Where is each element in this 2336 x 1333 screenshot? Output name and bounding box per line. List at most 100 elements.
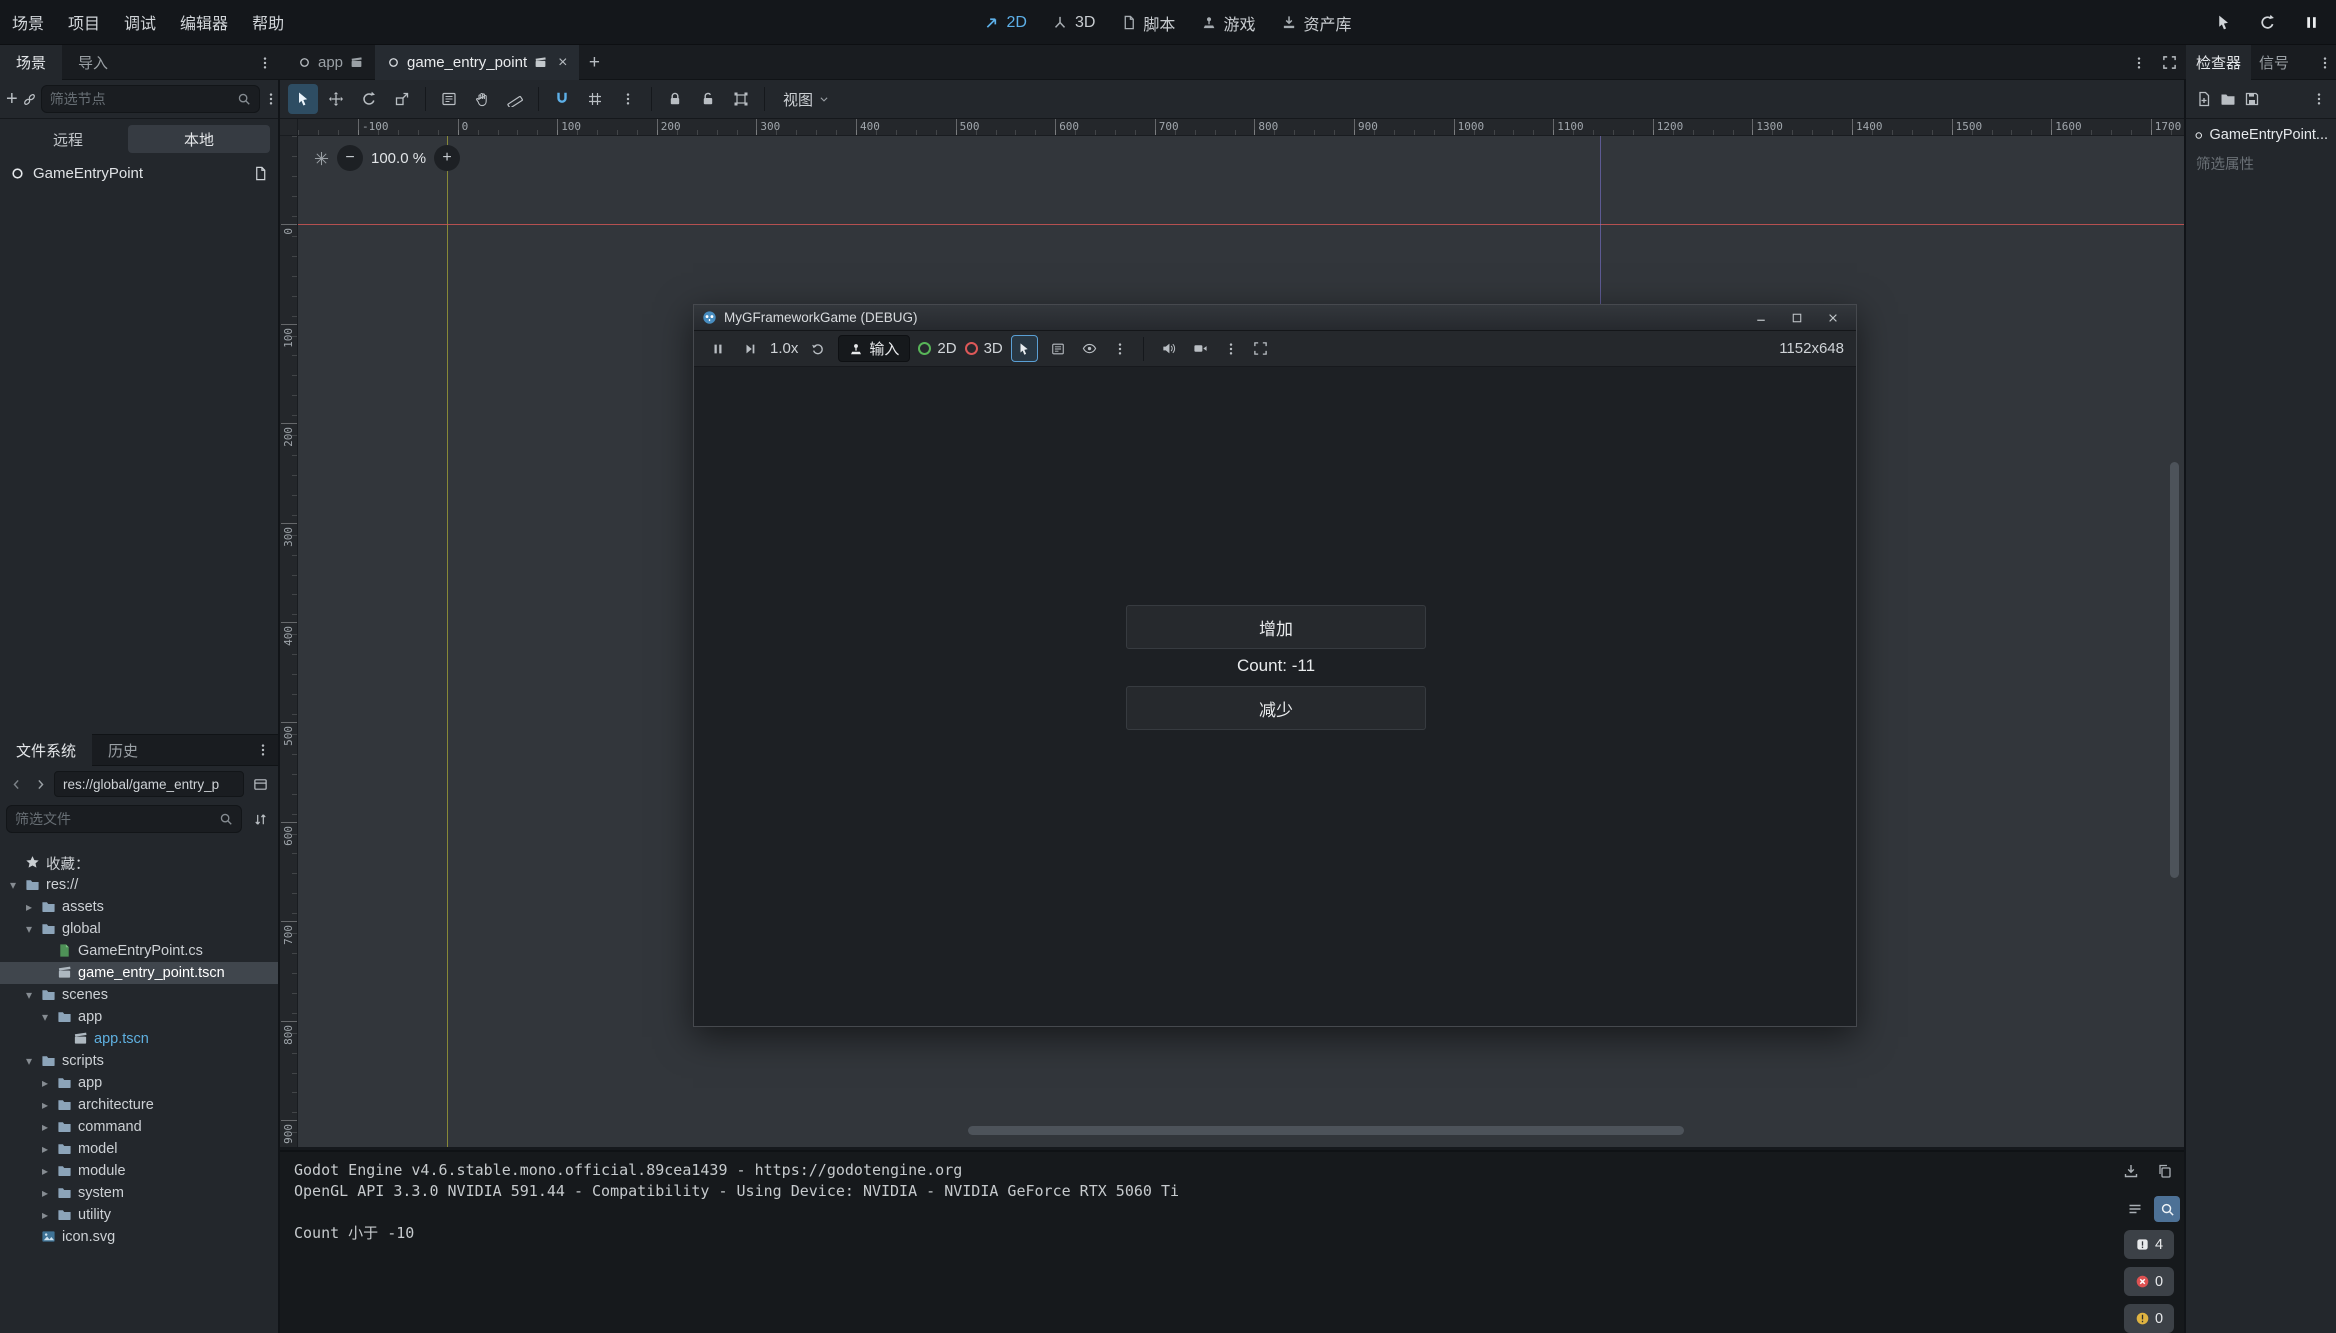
inspected-node[interactable]: GameEntryPoint... <box>2186 119 2336 147</box>
menu-scene[interactable]: 场景 <box>0 5 56 39</box>
remote-button[interactable]: 远程 <box>8 129 128 150</box>
zoom-in-button[interactable]: + <box>434 145 460 171</box>
expander-icon[interactable]: ▾ <box>38 1010 52 1024</box>
expander-icon[interactable]: ▸ <box>22 900 36 914</box>
dock-tab-import[interactable]: 导入 <box>62 45 124 80</box>
scale-tool-button[interactable] <box>387 84 417 114</box>
node-list-icon[interactable] <box>1046 334 1070 364</box>
split-mode-icon[interactable] <box>248 769 272 799</box>
fs-item-command[interactable]: ▸command <box>0 1116 278 1138</box>
fs-item-app[interactable]: ▸app <box>0 1072 278 1094</box>
move-tool-button[interactable] <box>321 84 351 114</box>
dock-tab-scene[interactable]: 场景 <box>0 45 62 80</box>
fs-item-utility[interactable]: ▸utility <box>0 1204 278 1226</box>
copy-log-icon[interactable] <box>2152 1158 2178 1184</box>
horizontal-scrollbar[interactable] <box>968 1126 1684 1135</box>
screen-script-button[interactable]: 脚本 <box>1121 11 1175 35</box>
game-window-titlebar[interactable]: MyGFrameworkGame (DEBUG) <box>694 305 1856 331</box>
expander-icon[interactable]: ▸ <box>38 1164 52 1178</box>
select-tool-button[interactable] <box>288 84 318 114</box>
fs-item-module[interactable]: ▸module <box>0 1160 278 1182</box>
grid-snap-toggle[interactable] <box>580 84 610 114</box>
maximize-icon[interactable] <box>1782 308 1812 328</box>
inspector-menu-icon[interactable] <box>2312 92 2326 106</box>
fs-item-res-[interactable]: ▾res:// <box>0 874 278 896</box>
menu-debug[interactable]: 调试 <box>112 5 168 39</box>
dock-menu-icon[interactable] <box>2314 48 2336 78</box>
restart-project-button[interactable] <box>2252 8 2282 38</box>
game-content[interactable]: 增加 Count: -11 减少 <box>694 368 1856 1026</box>
zoom-out-button[interactable]: − <box>337 145 363 171</box>
scene-tab-game-entry-point[interactable]: game_entry_point × <box>375 45 579 80</box>
game-speed[interactable]: 1.0x <box>770 340 798 357</box>
fullscreen-icon[interactable] <box>1249 334 1273 364</box>
decrease-button[interactable]: 减少 <box>1126 686 1426 730</box>
audio-mute-icon[interactable] <box>1157 334 1181 364</box>
view-menu-button[interactable]: 视图 <box>773 85 839 114</box>
distraction-free-icon[interactable] <box>2154 48 2184 78</box>
game-options-icon[interactable] <box>1110 334 1130 364</box>
list-select-tool-button[interactable] <box>434 84 464 114</box>
screen-2d-button[interactable]: 2D <box>985 14 1027 32</box>
screen-assetlib-button[interactable]: 资产库 <box>1281 11 1351 35</box>
close-tab-icon[interactable]: × <box>558 54 567 72</box>
fs-item-scenes[interactable]: ▾scenes <box>0 984 278 1006</box>
increase-button[interactable]: 增加 <box>1126 605 1426 649</box>
ruler-tool-button[interactable] <box>500 84 530 114</box>
expander-icon[interactable]: ▸ <box>38 1120 52 1134</box>
fs-item-gameentrypoint.cs[interactable]: GameEntryPoint.cs <box>0 940 278 962</box>
warning-count-badge[interactable]: 0 <box>2124 1304 2174 1333</box>
expander-icon[interactable]: ▸ <box>38 1142 52 1156</box>
scene-dock-menu-icon[interactable] <box>264 84 278 114</box>
inspector-filter-input[interactable]: 筛选属性 <box>2186 147 2336 180</box>
unlock-button[interactable] <box>693 84 723 114</box>
log-count-badge[interactable]: 4 <box>2124 1230 2174 1259</box>
next-frame-icon[interactable] <box>738 334 762 364</box>
instance-scene-icon[interactable] <box>22 84 37 114</box>
new-tab-button[interactable]: + <box>579 48 609 78</box>
pause-game-icon[interactable] <box>706 334 730 364</box>
dock-tab-history[interactable]: 历史 <box>92 734 154 766</box>
fs-item-app[interactable]: ▾app <box>0 1006 278 1028</box>
expander-icon[interactable]: ▸ <box>38 1208 52 1222</box>
fs-item-app.tscn[interactable]: app.tscn <box>0 1028 278 1050</box>
input-mode-toggle[interactable]: 输入 <box>838 335 910 362</box>
fs-item-assets[interactable]: ▸assets <box>0 896 278 918</box>
fs-item-global[interactable]: ▾global <box>0 918 278 940</box>
canvas-viewport[interactable]: − 100.0 % + MyGFrameworkGame (DEBUG) 1.0… <box>298 136 2184 1147</box>
expander-icon[interactable]: ▾ <box>22 1054 36 1068</box>
lock-button[interactable] <box>660 84 690 114</box>
scene-filter-input[interactable] <box>50 91 231 107</box>
reset-speed-icon[interactable] <box>806 334 830 364</box>
error-count-badge[interactable]: 0 <box>2124 1267 2174 1296</box>
menu-help[interactable]: 帮助 <box>240 5 296 39</box>
load-resource-icon[interactable] <box>2220 91 2236 107</box>
menu-project[interactable]: 项目 <box>56 5 112 39</box>
fs-path-field[interactable]: res://global/game_entry_p <box>54 771 244 797</box>
dock-menu-icon[interactable] <box>250 48 280 78</box>
fs-item-icon.svg[interactable]: icon.svg <box>0 1226 278 1248</box>
vertical-scrollbar[interactable] <box>2170 462 2179 878</box>
fs-item-model[interactable]: ▸model <box>0 1138 278 1160</box>
save-log-icon[interactable] <box>2118 1158 2144 1184</box>
expander-icon[interactable]: ▸ <box>38 1186 52 1200</box>
fs-dock-menu-icon[interactable] <box>248 735 278 765</box>
new-resource-icon[interactable] <box>2196 91 2212 107</box>
local-button[interactable]: 本地 <box>128 125 270 153</box>
zoom-level[interactable]: 100.0 % <box>371 150 426 167</box>
scene-tree-root[interactable]: GameEntryPoint <box>0 159 278 187</box>
nav-forward-icon[interactable] <box>30 769 50 799</box>
visibility-icon[interactable] <box>1078 334 1102 364</box>
camera-options-icon[interactable] <box>1221 334 1241 364</box>
menu-editor[interactable]: 编辑器 <box>168 5 240 39</box>
expander-icon[interactable]: ▾ <box>22 988 36 1002</box>
fs-sort-icon[interactable] <box>248 804 272 834</box>
fs-filter-input[interactable] <box>15 811 213 827</box>
mode-3d-radio[interactable]: 3D <box>965 340 1003 357</box>
dock-tab-inspector[interactable]: 检查器 <box>2186 45 2251 80</box>
scene-tab-app[interactable]: app <box>286 45 375 80</box>
snap-options-icon[interactable] <box>613 84 643 114</box>
add-node-button[interactable]: + <box>6 84 18 114</box>
game-select-tool[interactable] <box>1011 335 1038 362</box>
fs-item-scripts[interactable]: ▾scripts <box>0 1050 278 1072</box>
